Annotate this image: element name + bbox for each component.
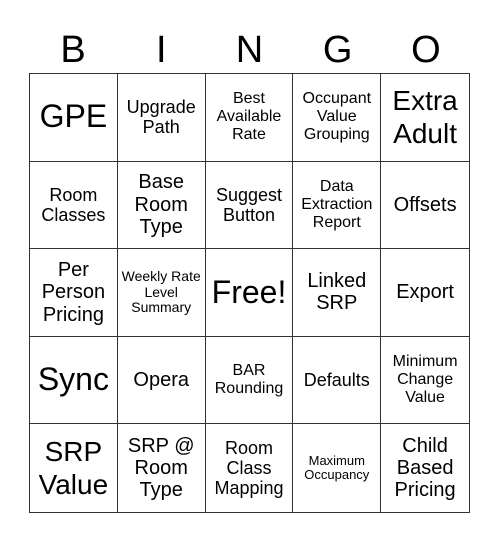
bingo-cell[interactable]: Minimum Change Value (381, 337, 469, 425)
header-letter-b: B (60, 29, 86, 71)
header-letter-o: O (411, 29, 441, 71)
bingo-header: B I N G O (29, 28, 470, 72)
bingo-cell[interactable]: Child Based Pricing (381, 424, 469, 512)
header-letter-i: I (156, 29, 167, 71)
bingo-cell[interactable]: Export (381, 249, 469, 337)
bingo-cell[interactable]: Linked SRP (293, 249, 382, 337)
bingo-grid: GPE Upgrade Path Best Available Rate Occupa… (29, 73, 470, 513)
bingo-cell[interactable]: Room Classes (30, 161, 118, 250)
bingo-cell[interactable]: Maximum Occupancy (293, 424, 382, 512)
bingo-cell[interactable]: Base Room Type (117, 161, 206, 250)
bingo-cell[interactable]: Per Person Pricing (30, 249, 118, 337)
free-space-cell[interactable]: Free! (205, 249, 294, 337)
bingo-cell[interactable]: Room Class Mapping (206, 424, 294, 512)
bingo-cell[interactable]: Weekly Rate Level Summary (117, 249, 206, 337)
bingo-cell[interactable]: Suggest Button (205, 161, 294, 250)
header-letter-g: G (322, 29, 353, 71)
bingo-cell[interactable]: Best Available Rate (205, 74, 294, 162)
bingo-cell[interactable]: Extra Adult (381, 74, 469, 162)
bingo-cell[interactable]: Data Extraction Report (293, 161, 382, 250)
header-letter-n: N (235, 29, 264, 71)
bingo-cell[interactable]: SRP Value (30, 424, 118, 512)
bingo-cell[interactable]: SRP @ Room Type (118, 424, 206, 512)
bingo-cell[interactable]: Defaults (293, 336, 382, 425)
bingo-cell[interactable]: Occupant Value Grouping (293, 74, 382, 162)
bingo-cell[interactable]: Sync (30, 336, 118, 425)
bingo-cell[interactable]: Opera (117, 336, 206, 425)
bingo-cell[interactable]: Upgrade Path (117, 74, 206, 162)
bingo-cell[interactable]: GPE (30, 74, 118, 162)
bingo-cell[interactable]: Offsets (381, 162, 469, 250)
bingo-cell[interactable]: BAR Rounding (205, 336, 294, 425)
